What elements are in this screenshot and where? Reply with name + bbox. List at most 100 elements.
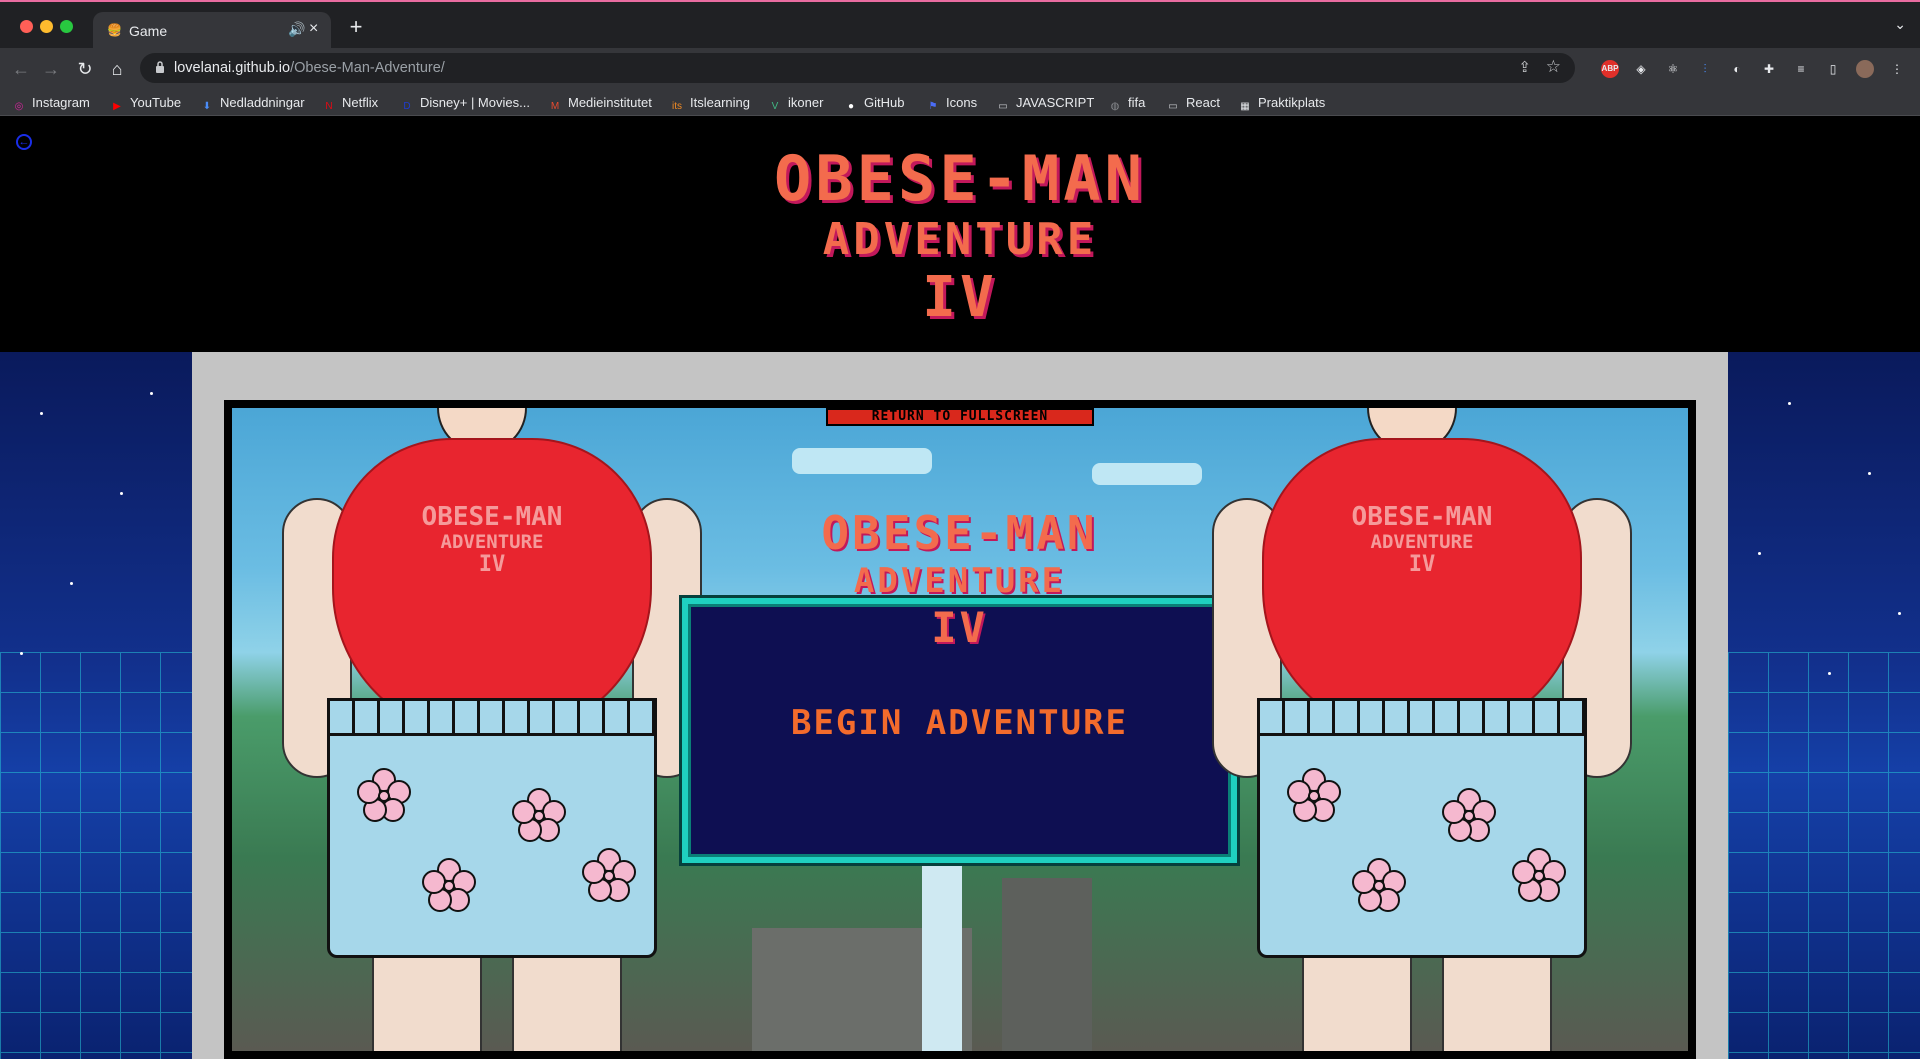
react-devtools-icon[interactable]: ⚛ bbox=[1664, 60, 1682, 78]
game-frame: RETURN TO FULLSCREEN OBESE-MAN ADVENTURE… bbox=[192, 352, 1728, 1059]
bookmark-item[interactable]: D Disney+ | Movies... bbox=[400, 94, 530, 112]
dark-mode-icon[interactable]: ◐ bbox=[1728, 60, 1746, 78]
flower-icon bbox=[1287, 768, 1341, 822]
flag-icon: ⚑ bbox=[928, 101, 938, 112]
flower-icon bbox=[357, 768, 411, 822]
cloud bbox=[1092, 463, 1202, 485]
media-queue-icon[interactable]: ≡ bbox=[1792, 60, 1810, 78]
star-dot bbox=[1788, 402, 1791, 405]
medieinstitutet-icon: M bbox=[550, 101, 560, 112]
bookmark-item[interactable]: ▶ YouTube bbox=[110, 94, 181, 112]
neon-grid bbox=[0, 652, 192, 1059]
bookmark-item[interactable]: M Medieinstitutet bbox=[548, 94, 652, 112]
bookmark-item[interactable]: ◍ fifa bbox=[1108, 94, 1146, 112]
star-dot bbox=[20, 652, 23, 655]
shorts-waistband bbox=[1257, 698, 1587, 736]
bookmark-label: YouTube bbox=[130, 95, 182, 110]
character-leg bbox=[1442, 948, 1552, 1051]
obese-man-character-left: OBESE-MAN ADVENTURE IV bbox=[282, 408, 702, 1051]
bookmark-item[interactable]: ● GitHub bbox=[844, 94, 905, 112]
return-to-fullscreen-button[interactable]: RETURN TO FULLSCREEN bbox=[826, 408, 1094, 426]
extension-bars-icon[interactable]: ⫶ bbox=[1696, 60, 1714, 78]
download-icon: ⬇ bbox=[202, 101, 212, 112]
bookmark-item[interactable]: ▦ Praktikplats bbox=[1238, 94, 1325, 112]
reload-button[interactable]: ↻ bbox=[72, 56, 98, 82]
flower-shorts bbox=[1257, 698, 1587, 958]
shirt-logo-line-1: OBESE-MAN bbox=[421, 502, 563, 532]
film-icon: ▦ bbox=[1240, 101, 1250, 112]
home-button[interactable]: ⌂ bbox=[104, 56, 130, 82]
bookmark-label: JAVASCRIPT bbox=[1016, 95, 1095, 110]
browser-tab[interactable]: 🍔 Game 🔊 × bbox=[93, 12, 331, 50]
bookmark-item[interactable]: ⬇ Nedladdningar bbox=[200, 94, 305, 112]
logo-line-3: IV bbox=[922, 265, 998, 330]
shorts-waistband bbox=[327, 698, 657, 736]
github-icon: ● bbox=[847, 101, 855, 112]
begin-adventure-button[interactable]: BEGIN ADVENTURE bbox=[732, 698, 1187, 748]
url-text: lovelanai.github.io/Obese-Man-Adventure/ bbox=[174, 60, 445, 76]
speaker-icon[interactable]: 🔊 bbox=[288, 21, 305, 38]
bookmark-label: Praktikplats bbox=[1258, 95, 1326, 110]
cloud bbox=[792, 448, 932, 474]
menu-kebab-icon[interactable]: ⋮ bbox=[1888, 60, 1906, 78]
bookmark-item[interactable]: ◎ Instagram bbox=[12, 94, 90, 112]
flower-icon bbox=[512, 788, 566, 842]
bookmark-label: Itslearning bbox=[690, 95, 750, 110]
new-tab-button[interactable]: + bbox=[343, 15, 369, 41]
synthwave-background-right bbox=[1728, 352, 1920, 1059]
profile-avatar[interactable] bbox=[1856, 60, 1874, 78]
share-icon[interactable]: ⇪ bbox=[1518, 58, 1531, 76]
bookmark-item[interactable]: N Netflix bbox=[322, 94, 378, 112]
adblock-icon[interactable]: ABP bbox=[1601, 60, 1619, 78]
flower-icon bbox=[1442, 788, 1496, 842]
bookmark-item[interactable]: ⚑ Icons bbox=[926, 94, 978, 112]
character-leg bbox=[372, 948, 482, 1051]
side-panel-icon[interactable]: ▯ bbox=[1824, 60, 1842, 78]
color-picker-icon[interactable]: ◈ bbox=[1632, 60, 1650, 78]
bookmark-label: Medieinstitutet bbox=[568, 95, 652, 110]
bookmark-item[interactable]: ▭ JAVASCRIPT bbox=[996, 94, 1094, 112]
star-dot bbox=[150, 392, 153, 395]
star-dot bbox=[1898, 612, 1901, 615]
bookmark-star-icon[interactable]: ☆ bbox=[1546, 57, 1561, 77]
bookmark-item[interactable]: its Itslearning bbox=[670, 94, 750, 112]
bookmark-item[interactable]: Vikoner bbox=[768, 94, 824, 112]
globe-icon: ◍ bbox=[1110, 101, 1120, 112]
youtube-icon: ▶ bbox=[113, 101, 121, 112]
url-path: /Obese-Man-Adventure/ bbox=[290, 60, 445, 76]
bookmarks-bar: ◎ Instagram ▶ YouTube ⬇ Nedladdningar N Netflix… bbox=[0, 90, 1920, 116]
itslearning-icon: its bbox=[672, 101, 682, 112]
flower-icon bbox=[422, 858, 476, 912]
chevron-down-icon[interactable]: ⌄ bbox=[1894, 16, 1906, 33]
bookmark-label: fifa bbox=[1128, 95, 1146, 110]
address-bar[interactable]: lovelanai.github.io/Obese-Man-Adventure/… bbox=[140, 53, 1575, 83]
bookmark-label: Nedladdningar bbox=[220, 95, 305, 110]
synthwave-background-left bbox=[0, 352, 192, 1059]
shirt-logo-line-1: OBESE-MAN bbox=[1351, 502, 1493, 532]
flower-icon bbox=[1352, 858, 1406, 912]
forward-button[interactable]: → bbox=[38, 56, 64, 82]
back-button[interactable]: ← bbox=[8, 56, 34, 82]
zoom-window-button[interactable] bbox=[60, 20, 73, 33]
character-leg bbox=[512, 948, 622, 1051]
browser-toolbar: ← → ↻ ⌂ lovelanai.github.io/Obese-Man-Ad… bbox=[0, 48, 1920, 90]
stone-statue bbox=[1002, 878, 1092, 1051]
url-host: lovelanai.github.io bbox=[174, 60, 291, 76]
star-dot bbox=[70, 582, 73, 585]
shirt-logo-line-2: ADVENTURE bbox=[1370, 531, 1474, 553]
bookmark-label: Instagram bbox=[32, 95, 90, 110]
game-title-line-3: IV bbox=[931, 603, 988, 652]
bookmark-label: Disney+ | Movies... bbox=[420, 95, 530, 110]
star-dot bbox=[1828, 672, 1831, 675]
minimize-window-button[interactable] bbox=[40, 20, 53, 33]
close-window-button[interactable] bbox=[20, 20, 33, 33]
shirt-logo-line-2: ADVENTURE bbox=[440, 531, 544, 553]
close-tab-icon[interactable]: × bbox=[309, 20, 318, 38]
burger-icon: 🍔 bbox=[107, 23, 122, 37]
netflix-icon: N bbox=[325, 101, 333, 112]
logo-line-2: ADVENTURE bbox=[822, 214, 1098, 265]
game-scene: RETURN TO FULLSCREEN OBESE-MAN ADVENTURE… bbox=[232, 408, 1688, 1051]
extensions-puzzle-icon[interactable]: ✚ bbox=[1760, 60, 1778, 78]
bookmark-item[interactable]: ▭ React bbox=[1166, 94, 1220, 112]
game-canvas[interactable]: RETURN TO FULLSCREEN OBESE-MAN ADVENTURE… bbox=[224, 400, 1696, 1059]
